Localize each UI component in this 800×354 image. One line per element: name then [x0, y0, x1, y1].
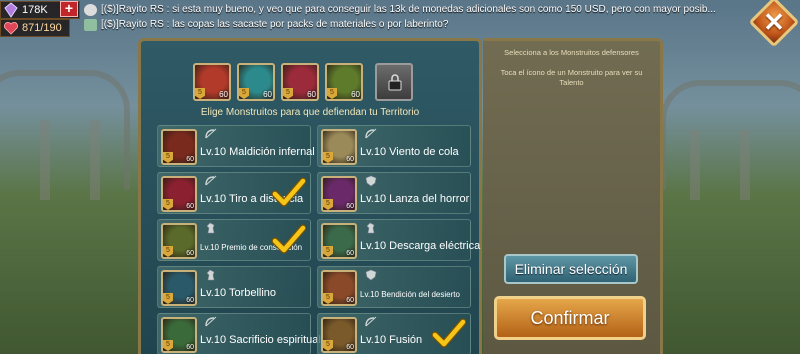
- hint-title: Selecciona a los Monstruitos defensores: [504, 48, 639, 57]
- star-badge: 5: [323, 199, 333, 210]
- health-counter: 871/190: [0, 19, 70, 37]
- cavalry-icon: [206, 222, 215, 234]
- monster-row[interactable]: 5 60 Lv.10 Bendición del desierto: [317, 266, 471, 308]
- monster-row[interactable]: 5 60 Lv.10 Sacrificio espiritual: [157, 313, 321, 354]
- shield-icon: [365, 175, 377, 187]
- star-badge: 5: [323, 293, 333, 304]
- heart-icon: [4, 22, 18, 35]
- monster-portrait[interactable]: 5 60: [321, 129, 357, 165]
- guild-flag-icon: [84, 18, 97, 31]
- level-label: 60: [346, 344, 354, 351]
- monster-portrait[interactable]: 5 60: [321, 176, 357, 212]
- lock-icon: [388, 74, 402, 91]
- monster-row[interactable]: 5 60 Lv.10 Maldición infernal: [157, 125, 315, 167]
- bow-icon: [365, 128, 377, 139]
- monster-skill-name: Lv.10 Fusión: [360, 334, 423, 346]
- level-label: 60: [307, 90, 316, 99]
- level-label: 60: [186, 156, 194, 163]
- checkmark-icon: [432, 318, 466, 348]
- gem-icon: [4, 2, 18, 18]
- chat-ticker[interactable]: [($)]Rayito RS : si esta muy bueno, y ve…: [84, 2, 744, 32]
- monster-portrait[interactable]: 5 60: [161, 176, 197, 212]
- bow-icon: [205, 316, 217, 327]
- level-label: 60: [346, 203, 354, 210]
- level-label: 60: [186, 203, 194, 210]
- level-label: 60: [186, 297, 194, 304]
- bow-icon: [205, 128, 217, 139]
- selected-defenders-bar: 5 60 5 60 5 60 5 60: [193, 63, 413, 101]
- monster-portrait[interactable]: 5 60: [161, 129, 197, 165]
- panel-title: Elige Monstruitos para que defiendan tu …: [200, 107, 420, 118]
- clear-selection-button[interactable]: Eliminar selección: [504, 254, 638, 284]
- monster-skill-name: Lv.10 Sacrificio espiritual: [200, 334, 321, 346]
- close-icon: ✕: [763, 6, 785, 37]
- chat-bubble-icon: [84, 3, 97, 16]
- checkmark-icon: [272, 177, 306, 207]
- add-gems-button[interactable]: +: [60, 1, 78, 17]
- monster-skill-name: Lv.10 Maldición infernal: [200, 146, 315, 158]
- monster-skill-name: Lv.10 Torbellino: [200, 287, 277, 299]
- chat-message: [($)]Rayito RS : las copas las sacaste p…: [84, 17, 744, 32]
- defender-slot[interactable]: 5 60: [193, 63, 231, 101]
- star-badge: 5: [163, 152, 173, 163]
- shield-icon: [365, 269, 377, 281]
- level-label: 60: [186, 250, 194, 257]
- monster-row[interactable]: 5 60 Lv.10 Tiro a distancia: [157, 172, 311, 214]
- defender-selection-panel: 5 60 5 60 5 60 5 60 Elige Monstruitos para que …: [138, 38, 482, 354]
- cavalry-icon: [366, 222, 375, 234]
- gems-value: 178K: [22, 4, 48, 16]
- monster-row[interactable]: 5 60 Lv.10 Descarga eléctrica: [317, 219, 480, 261]
- bow-icon: [205, 175, 217, 186]
- monster-portrait[interactable]: 5 60: [321, 317, 357, 353]
- monster-skill-name: Lv.10 Lanza del horror: [360, 193, 470, 205]
- defender-slot[interactable]: 5 60: [281, 63, 319, 101]
- star-badge: 5: [323, 246, 333, 257]
- confirm-button[interactable]: Confirmar: [494, 296, 646, 340]
- star-badge: 5: [323, 152, 333, 163]
- locked-slot: [375, 63, 413, 101]
- level-label: 60: [263, 90, 272, 99]
- monster-portrait[interactable]: 5 60: [161, 270, 197, 306]
- monster-portrait[interactable]: 5 60: [321, 223, 357, 259]
- star-badge: 5: [323, 340, 333, 351]
- level-label: 60: [219, 90, 228, 99]
- monster-skill-name: Lv.10 Descarga eléctrica: [360, 240, 481, 252]
- star-badge: 5: [283, 88, 293, 99]
- star-badge: 5: [163, 199, 173, 210]
- defender-slot[interactable]: 5 60: [325, 63, 363, 101]
- level-label: 60: [351, 90, 360, 99]
- star-badge: 5: [327, 88, 337, 99]
- level-label: 60: [346, 250, 354, 257]
- monster-row[interactable]: 5 60 Lv.10 Torbellino: [157, 266, 311, 308]
- level-label: 60: [186, 344, 194, 351]
- chat-message-text: [($)]Rayito RS : las copas las sacaste p…: [101, 19, 449, 30]
- star-badge: 5: [195, 88, 205, 99]
- monster-row[interactable]: 5 60 Lv.10 Viento de cola: [317, 125, 471, 167]
- monster-portrait[interactable]: 5 60: [161, 223, 197, 259]
- monster-row[interactable]: 5 60 Lv.10 Lanza del horror: [317, 172, 471, 214]
- monster-skill-name: Lv.10 Viento de cola: [360, 146, 459, 158]
- hint-body: Toca el ícono de un Monstruito para ver …: [500, 68, 643, 87]
- star-badge: 5: [239, 88, 249, 99]
- monster-portrait[interactable]: 5 60: [321, 270, 357, 306]
- monster-row[interactable]: 5 60 Lv.10 Premio de consolación: [157, 219, 311, 261]
- cavalry-icon: [206, 269, 215, 281]
- checkmark-icon: [272, 224, 306, 254]
- defender-slot[interactable]: 5 60: [237, 63, 275, 101]
- chat-message: [($)]Rayito RS : si esta muy bueno, y ve…: [84, 2, 744, 17]
- star-badge: 5: [163, 340, 173, 351]
- star-badge: 5: [163, 293, 173, 304]
- monster-skill-name: Lv.10 Bendición del desierto: [360, 290, 460, 299]
- health-value: 871/190: [22, 22, 62, 34]
- level-label: 60: [346, 297, 354, 304]
- monster-portrait[interactable]: 5 60: [161, 317, 197, 353]
- star-badge: 5: [163, 246, 173, 257]
- bow-icon: [365, 316, 377, 327]
- chat-message-text: [($)]Rayito RS : si esta muy bueno, y ve…: [101, 4, 716, 15]
- monster-row[interactable]: 5 60 Lv.10 Fusión: [317, 313, 471, 354]
- level-label: 60: [346, 156, 354, 163]
